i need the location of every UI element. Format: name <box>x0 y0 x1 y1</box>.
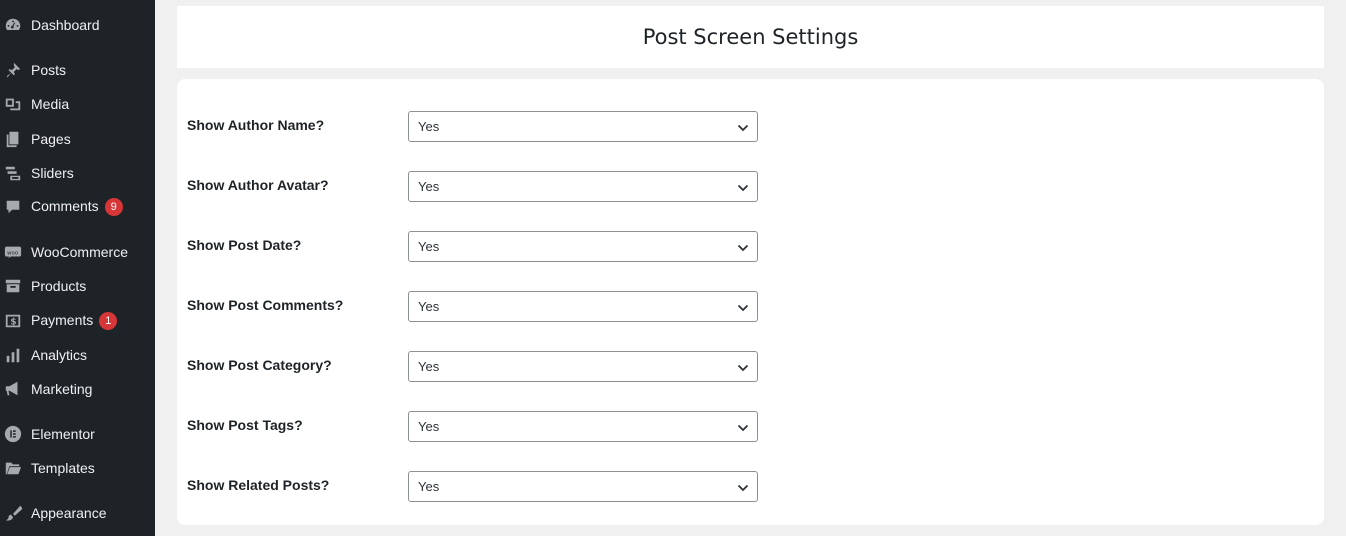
select-value: Yes <box>418 179 440 194</box>
pin-icon <box>4 61 22 79</box>
chevron-down-icon <box>737 481 749 493</box>
page-title: Post Screen Settings <box>642 25 859 49</box>
chevron-down-icon <box>737 121 749 133</box>
select-value: Yes <box>418 359 440 374</box>
author-name-select[interactable]: Yes <box>408 111 758 142</box>
sidebar-item-label: Appearance <box>31 505 107 521</box>
media-icon <box>4 95 22 113</box>
bar-chart-icon <box>4 346 22 364</box>
setting-label: Show Post Category? <box>187 357 332 373</box>
chevron-down-icon <box>737 361 749 373</box>
woo-icon: woo <box>4 243 22 261</box>
post-category-select[interactable]: Yes <box>408 351 758 382</box>
sidebar-item-products[interactable]: Products <box>0 271 155 301</box>
settings-form: Show Author Name? Yes Show Author Avatar… <box>177 79 1324 525</box>
select-value: Yes <box>418 479 440 494</box>
sidebar-item-pages[interactable]: Pages <box>0 124 155 154</box>
select-value: Yes <box>418 119 440 134</box>
sidebar-item-media[interactable]: Media <box>0 89 155 119</box>
sidebar-item-label: Templates <box>31 460 95 476</box>
setting-label: Show Post Tags? <box>187 417 303 433</box>
payments-count-badge: 1 <box>99 312 118 331</box>
setting-row-post-date: Show Post Date? Yes <box>177 231 1324 263</box>
admin-sidebar: Dashboard Posts Media Pages Sliders Comm… <box>0 0 155 536</box>
post-tags-select[interactable]: Yes <box>408 411 758 442</box>
sidebar-item-label: Payments <box>31 311 94 328</box>
sidebar-item-sliders[interactable]: Sliders <box>0 158 155 188</box>
settings-header: Post Screen Settings <box>177 6 1324 68</box>
setting-label: Show Post Comments? <box>187 297 344 313</box>
chevron-down-icon <box>737 241 749 253</box>
setting-row-post-category: Show Post Category? Yes <box>177 351 1324 383</box>
svg-text:woo: woo <box>7 250 18 256</box>
select-value: Yes <box>418 299 440 314</box>
elementor-icon <box>4 425 22 443</box>
sidebar-item-marketing[interactable]: Marketing <box>0 374 155 404</box>
sidebar-item-label: Marketing <box>31 381 93 397</box>
sidebar-item-analytics[interactable]: Analytics <box>0 340 155 370</box>
setting-row-author-name: Show Author Name? Yes <box>177 111 1324 143</box>
setting-label: Show Author Name? <box>187 117 325 133</box>
chevron-down-icon <box>737 301 749 313</box>
pages-icon <box>4 130 22 148</box>
svg-text:$: $ <box>10 318 16 328</box>
comments-count-badge: 9 <box>104 198 123 217</box>
sidebar-item-elementor[interactable]: Elementor <box>0 419 155 449</box>
sidebar-item-label: Pages <box>31 131 71 147</box>
sidebar-item-label: Products <box>31 278 87 294</box>
megaphone-icon <box>4 380 22 398</box>
brush-icon <box>4 504 22 522</box>
sidebar-item-label: WooCommerce <box>31 244 128 260</box>
sidebar-item-label: Analytics <box>31 347 88 363</box>
sidebar-item-label: Media <box>31 96 70 112</box>
archive-icon <box>4 277 22 295</box>
sidebar-item-label: Posts <box>31 62 67 78</box>
sidebar-item-appearance[interactable]: Appearance <box>0 498 155 528</box>
sidebar-item-comments[interactable]: Comments 9 <box>0 192 155 222</box>
sidebar-item-posts[interactable]: Posts <box>0 55 155 85</box>
chevron-down-icon <box>737 181 749 193</box>
post-comments-select[interactable]: Yes <box>408 291 758 322</box>
chevron-down-icon <box>737 421 749 433</box>
sidebar-item-templates[interactable]: Templates <box>0 453 155 483</box>
sidebar-item-label: Elementor <box>31 426 95 442</box>
dashboard-icon <box>4 16 22 34</box>
select-value: Yes <box>418 419 440 434</box>
setting-label: Show Related Posts? <box>187 477 330 493</box>
sidebar-item-dashboard[interactable]: Dashboard <box>0 10 155 40</box>
author-avatar-select[interactable]: Yes <box>408 171 758 202</box>
setting-row-post-tags: Show Post Tags? Yes <box>177 411 1324 443</box>
folder-icon <box>4 459 22 477</box>
related-posts-select[interactable]: Yes <box>408 471 758 502</box>
select-value: Yes <box>418 239 440 254</box>
setting-row-post-comments: Show Post Comments? Yes <box>177 291 1324 323</box>
sidebar-item-woocommerce[interactable]: woo WooCommerce <box>0 237 155 267</box>
post-date-select[interactable]: Yes <box>408 231 758 262</box>
sidebar-item-label: Comments <box>31 197 99 214</box>
setting-row-author-avatar: Show Author Avatar? Yes <box>177 171 1324 203</box>
setting-label: Show Post Date? <box>187 237 302 253</box>
sidebar-item-payments[interactable]: $ Payments 1 <box>0 306 155 336</box>
sliders-icon <box>4 164 22 182</box>
sidebar-item-label: Sliders <box>31 165 74 181</box>
comment-icon <box>4 198 22 216</box>
setting-label: Show Author Avatar? <box>187 177 329 193</box>
sidebar-item-label: Dashboard <box>31 17 100 33</box>
setting-row-related-posts: Show Related Posts? Yes <box>177 471 1324 503</box>
dollar-icon: $ <box>4 312 22 330</box>
